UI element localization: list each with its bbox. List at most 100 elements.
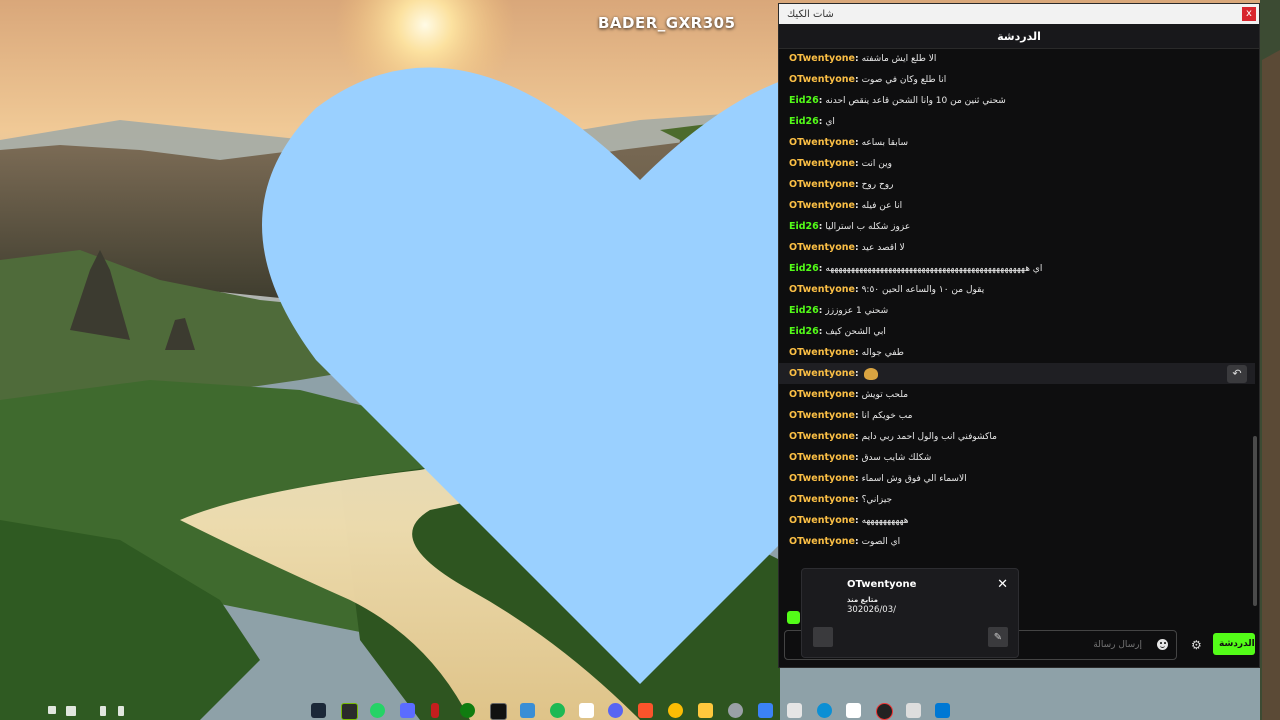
settings-icon[interactable] [728,703,743,718]
calendar-icon[interactable] [787,703,802,718]
chat-username[interactable]: OTwentyone [789,158,855,169]
window-titlebar[interactable]: شات الكيك x [779,4,1259,24]
chat-message-text: روح روح [861,179,894,190]
chat-username[interactable]: OTwentyone [789,179,855,190]
chat-scrollbar-thumb[interactable] [1253,436,1257,606]
discord-icon[interactable] [608,703,623,718]
chat-message[interactable]: Eid26: شحني ثنين من 10 وانا الشحن قاعد ين… [779,90,1255,111]
terminal-icon[interactable] [490,703,507,720]
chat-message[interactable]: OTwentyone: يقول من ١٠ والساعه الحين ٩:٥٠ [779,279,1255,300]
folder-icon[interactable] [698,703,713,718]
gmail-2-icon[interactable] [846,703,861,718]
chat-separator: : [854,284,859,295]
brave-icon[interactable] [638,703,653,718]
chat-username[interactable]: OTwentyone [789,368,855,379]
xbox-icon[interactable] [460,703,475,718]
chat-message[interactable]: OTwentyone: اي الصوت [779,531,1255,552]
chat-message[interactable]: OTwentyone: وين انت [779,153,1255,174]
whatsapp-icon[interactable] [370,703,385,718]
chat-username[interactable]: OTwentyone [789,347,855,358]
user-card-mod-button[interactable]: ✎ [988,627,1008,647]
tray-monitor-icon[interactable] [48,706,56,714]
app-icon[interactable] [400,703,415,718]
windows-start-icon[interactable] [935,703,950,718]
chat-message[interactable]: Eid26: شحني 1 عزوززز [779,300,1255,321]
gear-icon[interactable]: ⚙ [1191,638,1202,652]
chat-message[interactable]: Eid26: اي ههههههههههههههههههههههههههههههه… [779,258,1255,279]
chat-message[interactable]: OTwentyone: مب خويكم انا [779,405,1255,426]
chat-username[interactable]: OTwentyone [789,494,855,505]
obs-icon[interactable] [876,703,893,720]
chrome-icon[interactable] [668,703,683,718]
edge-icon[interactable] [817,703,832,718]
chat-message[interactable]: OTwentyone: لا اقصد عيد [779,237,1255,258]
user-card-action-button[interactable] [813,627,833,647]
chat-username[interactable]: OTwentyone [789,431,855,442]
chat-separator: : [854,53,859,64]
reply-icon[interactable]: ↶ [1227,364,1247,383]
chat-username[interactable]: OTwentyone [789,200,855,211]
chat-username[interactable]: OTwentyone [789,74,855,85]
chat-message[interactable]: OTwentyone: سابقا بساعه [779,132,1255,153]
chat-message[interactable]: OTwentyone: طفي جواله [779,342,1255,363]
chat-message-text: اي [825,116,835,127]
chat-message-list[interactable]: OTwentyone: الا طلع ايش ماشفته OTwentyone:… [779,48,1255,608]
steam-icon[interactable] [311,703,326,718]
chat-message[interactable]: OTwentyone: ملحب تويش [779,384,1255,405]
chat-username[interactable]: Eid26 [789,221,819,232]
chat-message[interactable]: OTwentyone: الا طلع ايش ماشفته [779,48,1255,69]
chat-header: الدردشة [779,24,1259,49]
chat-username[interactable]: Eid26 [789,263,819,274]
app-blue-icon[interactable] [758,703,773,718]
photos-icon[interactable] [520,703,535,718]
tray-speaker-icon[interactable] [100,706,106,716]
chat-message[interactable]: OTwentyone: الاسماء الي فوق وش اسماء [779,468,1255,489]
chat-username[interactable]: OTwentyone [789,410,855,421]
send-chat-button[interactable]: الدردشة [1213,633,1255,655]
chat-username[interactable]: OTwentyone [789,536,855,547]
user-card-close-button[interactable]: ✕ [997,577,1008,592]
chat-message-text: ملحب تويش [861,389,909,400]
chat-message[interactable]: Eid26: اي [779,111,1255,132]
window-close-button[interactable]: x [1242,7,1256,21]
emoji-icon[interactable] [1157,639,1168,650]
user-card-follow-date: 302026/03/ [847,605,896,615]
tray-mic-icon[interactable] [118,706,124,716]
chat-message[interactable]: OTwentyone: انا عن فيله [779,195,1255,216]
chat-message[interactable]: OTwentyone: ههههههههههه [779,510,1255,531]
chat-username[interactable]: Eid26 [789,95,819,106]
chat-username[interactable]: Eid26 [789,116,819,127]
chat-separator: : [854,179,859,190]
chat-separator: : [818,263,823,274]
nvidia-icon[interactable] [341,703,358,720]
chat-message-text: انا طلع وكان في صوت [861,74,947,85]
chat-message[interactable]: Eid26: عزوز شكله ب استراليا [779,216,1255,237]
chat-username[interactable]: OTwentyone [789,452,855,463]
chat-message[interactable]: OTwentyone: ↶ [779,363,1255,384]
chat-message[interactable]: OTwentyone: روح روح [779,174,1255,195]
user-card-name[interactable]: OTwentyone [847,579,916,590]
chat-username[interactable]: OTwentyone [789,137,855,148]
gmail-icon[interactable] [579,703,594,718]
chat-username[interactable]: OTwentyone [789,515,855,526]
chat-username[interactable]: OTwentyone [789,242,855,253]
spotify-icon[interactable] [550,703,565,718]
tray-network-icon[interactable] [66,706,76,716]
chat-username[interactable]: OTwentyone [789,284,855,295]
chat-username[interactable]: OTwentyone [789,389,855,400]
chat-message[interactable]: OTwentyone: ماكشوفني انب والول احمد ربي د… [779,426,1255,447]
chat-message[interactable]: OTwentyone: جيزاني؟ [779,489,1255,510]
chat-username[interactable]: Eid26 [789,305,819,316]
chat-scrollbar[interactable] [1253,48,1257,608]
app-white-icon[interactable] [906,703,921,718]
chat-username[interactable]: OTwentyone [789,53,855,64]
chat-separator: : [854,347,859,358]
chat-username[interactable]: Eid26 [789,326,819,337]
red-app-icon[interactable] [431,703,439,718]
chat-message[interactable]: Eid26: ابي الشحن كيف [779,321,1255,342]
chat-message[interactable]: OTwentyone: انا طلع وكان في صوت [779,69,1255,90]
chat-message[interactable]: OTwentyone: شكلك شايب سدق [779,447,1255,468]
chat-separator: : [854,452,859,463]
chat-username[interactable]: OTwentyone [789,473,855,484]
chat-message-text: سابقا بساعه [861,137,908,148]
